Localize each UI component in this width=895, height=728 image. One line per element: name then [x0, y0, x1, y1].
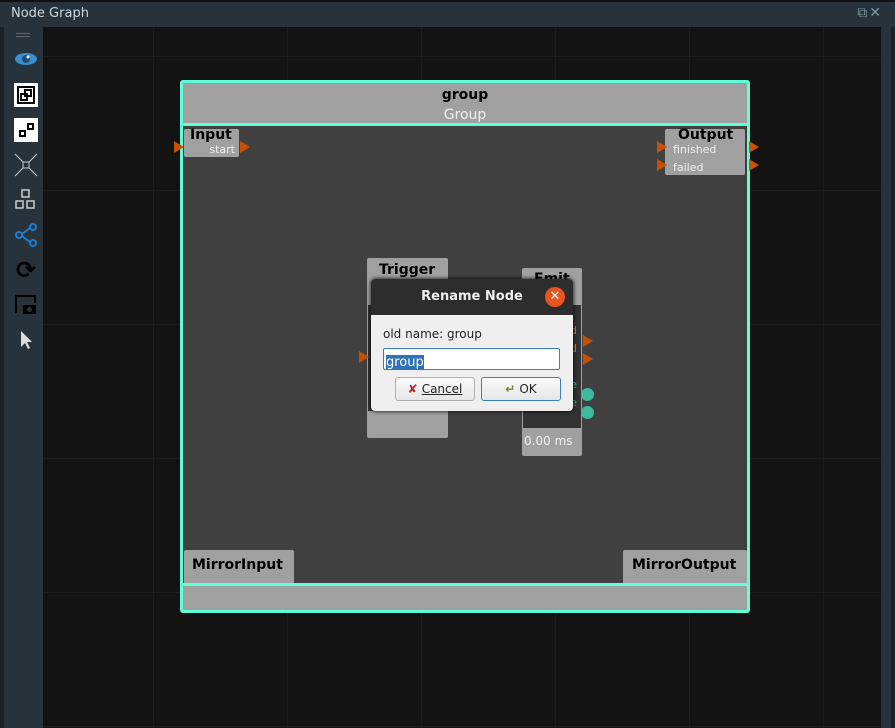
group-type: Group	[443, 107, 487, 123]
refresh-icon[interactable]: ⟳	[14, 256, 38, 284]
nodes-icon[interactable]	[14, 118, 38, 142]
cursor-icon[interactable]	[14, 328, 38, 352]
emit-pose-port[interactable]	[581, 388, 594, 401]
port-failed-out[interactable]	[749, 159, 759, 171]
new-name-value: group	[386, 355, 424, 370]
rename-node-dialog: Rename Node ✕ old name: group group ✘ Can…	[371, 279, 573, 411]
emit-pose-port[interactable]	[581, 406, 594, 419]
input-node[interactable]: Input start	[184, 127, 239, 157]
ok-icon: ↵	[505, 382, 516, 396]
fit-selection-icon[interactable]	[14, 83, 38, 107]
port-failed: failed	[673, 161, 704, 174]
port-start-out[interactable]	[240, 141, 250, 153]
output-node-title: Output	[678, 127, 734, 143]
port-finished-out[interactable]	[749, 141, 759, 153]
dialog-title: Rename Node	[421, 289, 523, 304]
share-graph-icon[interactable]	[14, 223, 38, 247]
ok-button[interactable]: ↵ OK	[481, 377, 561, 401]
screenshot-icon[interactable]	[14, 293, 38, 317]
cancel-label: Cancel	[421, 382, 463, 396]
port-failed-in[interactable]	[657, 159, 667, 171]
trigger-node-title: Trigger	[379, 262, 436, 278]
layout-icon[interactable]	[14, 188, 38, 212]
cancel-icon: ✘	[407, 382, 418, 396]
close-icon[interactable]: ✕	[869, 5, 881, 21]
mirror-output-title: MirrorOutput	[632, 557, 737, 573]
close-icon[interactable]: ✕	[545, 287, 565, 307]
float-icon[interactable]: ⧉	[857, 5, 867, 21]
emit-time: 0.00 ms	[524, 434, 573, 448]
emit-port-out[interactable]	[583, 353, 593, 365]
emit-port-out[interactable]	[583, 335, 593, 347]
port-finished: finished	[673, 143, 717, 156]
toolbar: ⟳	[0, 27, 43, 728]
port-start: start	[209, 143, 235, 156]
old-name-label: old name: group	[383, 327, 482, 341]
input-node-title: Input	[190, 127, 232, 143]
drag-handle-icon[interactable]	[16, 33, 30, 37]
title-bar: Node Graph ⧉ ✕	[0, 0, 895, 27]
eye-icon[interactable]	[14, 47, 38, 71]
output-node[interactable]: Output finished failed	[665, 127, 745, 175]
mirror-output-node[interactable]: MirrorOutput	[623, 550, 747, 585]
collapse-icon[interactable]	[14, 153, 38, 177]
new-name-input[interactable]: group	[383, 348, 560, 370]
window-title: Node Graph	[11, 6, 89, 21]
group-header[interactable]: group Group	[183, 83, 747, 126]
trigger-port-in[interactable]	[359, 351, 369, 363]
dialog-header[interactable]: Rename Node ✕	[371, 279, 573, 315]
ok-label: OK	[519, 382, 537, 396]
mirror-input-node[interactable]: MirrorInput	[184, 550, 294, 585]
scrollbar[interactable]	[881, 27, 891, 728]
group-name: group	[441, 87, 489, 103]
cancel-button[interactable]: ✘ Cancel	[395, 377, 475, 401]
mirror-input-title: MirrorInput	[192, 557, 283, 573]
group-footer[interactable]	[183, 583, 747, 610]
port-finished-in[interactable]	[657, 141, 667, 153]
port-start-in[interactable]	[174, 141, 184, 153]
